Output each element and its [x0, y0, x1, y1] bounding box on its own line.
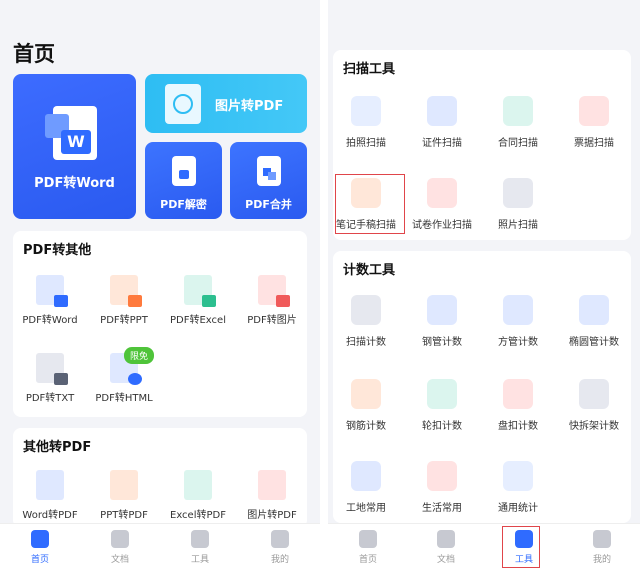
square-pipe-count-tool[interactable]: 方管计数: [479, 295, 557, 348]
user-icon: [271, 530, 289, 548]
section-title: 计数工具: [343, 263, 396, 278]
folder-icon: [111, 530, 129, 548]
pdf-to-image-tool[interactable]: PDF转图片: [234, 275, 310, 326]
card-label: PDF解密: [160, 198, 207, 211]
photo-picture-scan-tool[interactable]: 照片扫描: [479, 178, 557, 231]
ppt-pdf-icon: [110, 470, 138, 500]
construction-icon: [351, 461, 381, 491]
lock-doc-icon: [172, 156, 196, 186]
word-doc-icon: W: [45, 106, 97, 160]
circle-plus-icon: [427, 295, 457, 325]
image-pdf-icon: [258, 470, 286, 500]
tab-mine[interactable]: 我的: [562, 530, 640, 565]
home-screen: 首页 W PDF转Word 图片转PDF PDF解密 PDF合并 PDF转其他 …: [0, 0, 320, 569]
word-pdf-icon: [36, 470, 64, 500]
book-icon: [427, 178, 457, 208]
photo-scan-tool[interactable]: 拍照扫描: [328, 96, 405, 149]
exam-scan-tool[interactable]: 试卷作业扫描: [403, 178, 481, 231]
tab-tools[interactable]: 工具: [160, 530, 240, 565]
bottom-tab-bar: 首页 文档 工具 我的: [0, 523, 320, 569]
wheel-buckle-icon: [427, 379, 457, 409]
pdf-decrypt-card[interactable]: PDF解密: [145, 142, 222, 219]
pdf-ppt-icon: [110, 275, 142, 307]
rebar-icon: [351, 379, 381, 409]
scan-tools-panel: 扫描工具 拍照扫描 证件扫描 合同扫描 票据扫描 笔记手稿扫描 试卷作业扫描 照…: [333, 50, 631, 240]
house-icon: [427, 461, 457, 491]
scan-count-tool[interactable]: 扫描计数: [328, 295, 405, 348]
camera-icon: [503, 178, 533, 208]
pdf-to-other-panel: PDF转其他 PDF转Word PDF转PPT PDF转Excel PDF转图片…: [13, 231, 307, 417]
pdf-word-icon: [36, 275, 68, 307]
quick-frame-count-tool[interactable]: 快拆架计数: [555, 379, 633, 432]
oval-plus-icon: [579, 295, 609, 325]
disc-icon: [503, 379, 533, 409]
section-title: 其他转PDF: [23, 440, 92, 455]
square-plus-icon: [503, 295, 533, 325]
tab-home[interactable]: 首页: [0, 530, 80, 565]
life-common-tool[interactable]: 生活常用: [403, 461, 481, 514]
general-stats-tool[interactable]: 通用统计: [479, 461, 557, 514]
oval-pipe-count-tool[interactable]: 椭圆管计数: [555, 295, 633, 348]
steel-pipe-count-tool[interactable]: 钢管计数: [403, 295, 481, 348]
word-to-pdf-tool[interactable]: Word转PDF: [12, 470, 88, 521]
other-to-pdf-panel: 其他转PDF Word转PDF PPT转PDF Excel转PDF 图片转PDF: [13, 428, 307, 528]
image-to-pdf-card[interactable]: 图片转PDF: [145, 74, 307, 133]
section-title: 扫描工具: [343, 62, 396, 77]
home-icon: [359, 530, 377, 548]
ppt-to-pdf-tool[interactable]: PPT转PDF: [86, 470, 162, 521]
excel-pdf-icon: [184, 470, 212, 500]
tab-docs[interactable]: 文档: [80, 530, 160, 565]
tab-mine[interactable]: 我的: [240, 530, 320, 565]
id-scan-tool[interactable]: 证件扫描: [403, 96, 481, 149]
id-card-icon: [427, 96, 457, 126]
user-icon: [593, 530, 611, 548]
free-badge: 限免: [124, 347, 155, 364]
wheel-buckle-count-tool[interactable]: 轮扣计数: [403, 379, 481, 432]
section-title: PDF转其他: [23, 243, 92, 258]
bottom-tab-bar: 首页 文档 工具 我的: [328, 523, 640, 569]
tools-screen: 扫描工具 拍照扫描 证件扫描 合同扫描 票据扫描 笔记手稿扫描 试卷作业扫描 照…: [320, 0, 640, 569]
pdf-excel-icon: [184, 275, 216, 307]
pdf-to-word-tool[interactable]: PDF转Word: [12, 275, 88, 326]
page-title: 首页: [13, 42, 55, 66]
disc-buckle-count-tool[interactable]: 盘扣计数: [479, 379, 557, 432]
grid-icon: [503, 461, 533, 491]
frame-icon: [579, 379, 609, 409]
excel-to-pdf-tool[interactable]: Excel转PDF: [160, 470, 236, 521]
receipt-scan-tool[interactable]: 票据扫描: [555, 96, 633, 149]
card-label: PDF合并: [245, 198, 292, 211]
pdf-txt-icon: [36, 353, 68, 385]
image-pdf-icon: [165, 84, 201, 124]
pdf-to-excel-tool[interactable]: PDF转Excel: [160, 275, 236, 326]
home-icon: [31, 530, 49, 548]
tab-home[interactable]: 首页: [328, 530, 408, 565]
card-label: 图片转PDF: [215, 99, 284, 114]
pdf-to-txt-tool[interactable]: PDF转TXT: [12, 353, 88, 404]
pdf-to-ppt-tool[interactable]: PDF转PPT: [86, 275, 162, 326]
highlight-box: [502, 526, 540, 568]
cube-icon: [191, 530, 209, 548]
pdf-to-word-card[interactable]: W PDF转Word: [13, 74, 136, 219]
merge-doc-icon: [257, 156, 281, 186]
scan-count-icon: [351, 295, 381, 325]
ticket-icon: [579, 96, 609, 126]
photo-scan-icon: [351, 96, 381, 126]
tab-docs[interactable]: 文档: [406, 530, 486, 565]
rebar-count-tool[interactable]: 钢筋计数: [328, 379, 405, 432]
folder-icon: [437, 530, 455, 548]
card-label: PDF转Word: [34, 176, 115, 191]
count-tools-panel: 计数工具 扫描计数 钢管计数 方管计数 椭圆管计数 钢筋计数 轮扣计数 盘扣计数…: [333, 251, 631, 523]
contract-scan-tool[interactable]: 合同扫描: [479, 96, 557, 149]
contract-icon: [503, 96, 533, 126]
site-common-tool[interactable]: 工地常用: [328, 461, 405, 514]
pdf-merge-card[interactable]: PDF合并: [230, 142, 307, 219]
image-to-pdf-tool[interactable]: 图片转PDF: [234, 470, 310, 521]
pdf-image-icon: [258, 275, 290, 307]
highlight-box: [335, 174, 405, 234]
